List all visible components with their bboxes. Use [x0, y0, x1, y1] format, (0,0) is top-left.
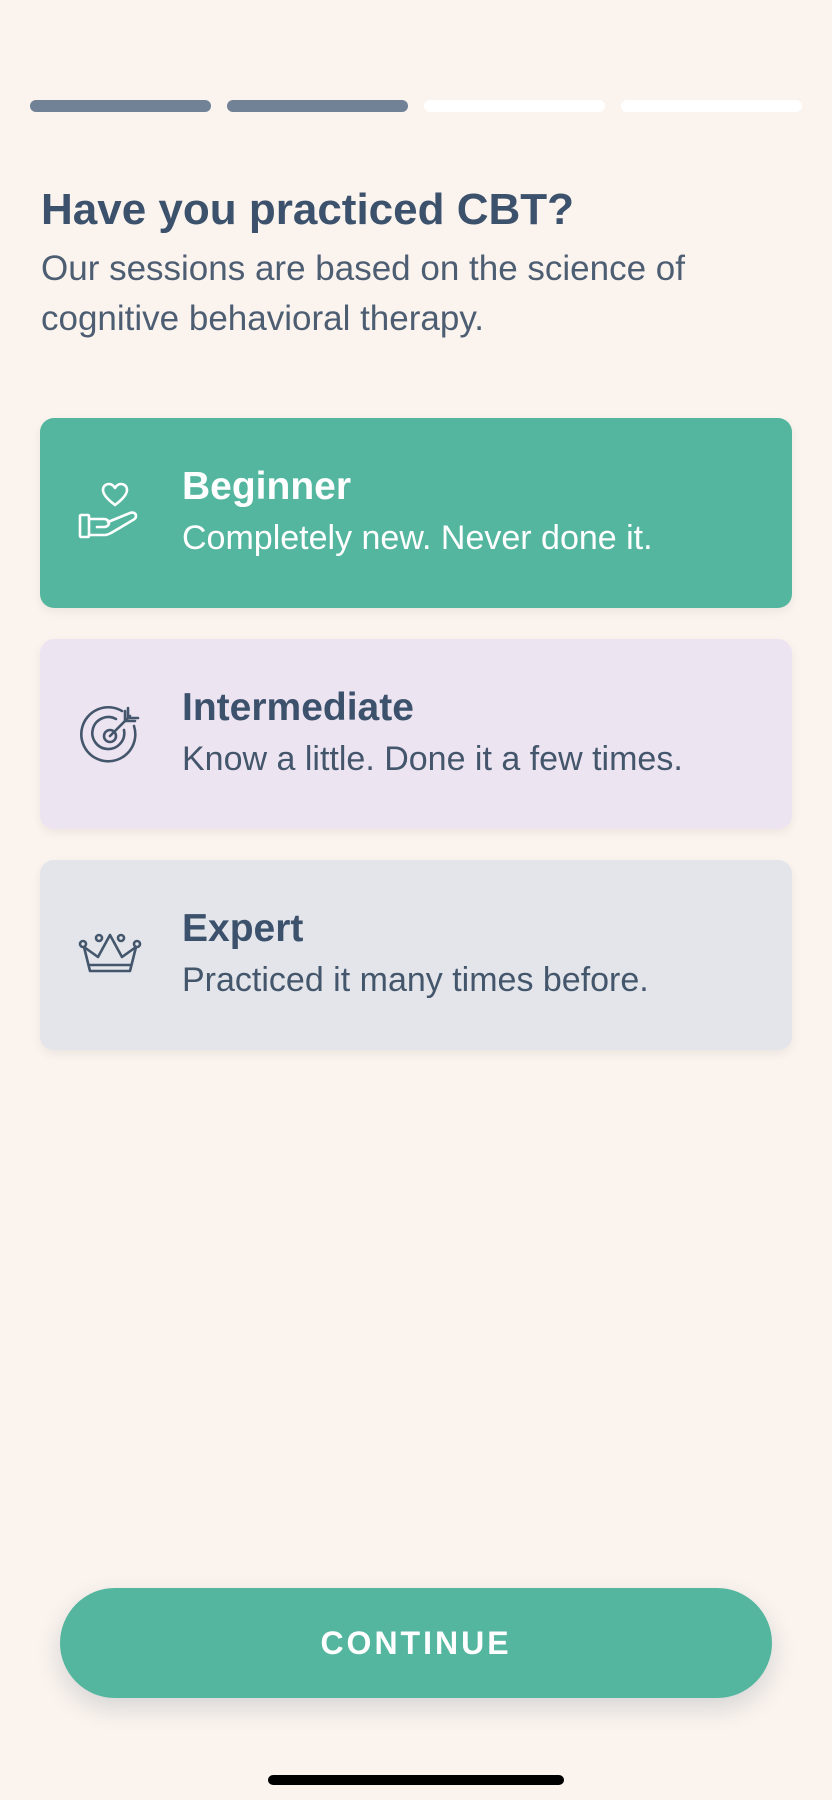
page-subtitle: Our sessions are based on the science of… — [41, 249, 685, 338]
option-label: Expert — [182, 907, 304, 950]
onboarding-screen: Have you practiced CBT? Our sessions are… — [0, 0, 832, 1800]
progress-segment-1 — [30, 100, 211, 112]
progress-segment-2 — [227, 100, 408, 112]
option-expert[interactable]: Expert Practiced it many times before. — [40, 860, 792, 1050]
home-indicator — [268, 1775, 564, 1785]
continue-button[interactable]: CONTINUE — [60, 1588, 772, 1698]
option-label: Intermediate — [182, 686, 414, 729]
hand-heart-icon — [78, 481, 142, 545]
option-description: Practiced it many times before. — [182, 961, 649, 999]
option-description: Completely new. Never done it. — [182, 519, 653, 557]
option-description: Know a little. Done it a few times. — [182, 740, 683, 778]
target-icon — [78, 702, 142, 766]
option-intermediate[interactable]: Intermediate Know a little. Done it a fe… — [40, 639, 792, 829]
page-title: Have you practiced CBT? — [41, 185, 575, 234]
crown-icon — [78, 923, 142, 987]
progress-bar — [30, 100, 802, 112]
progress-segment-3 — [424, 100, 605, 112]
option-beginner[interactable]: Beginner Completely new. Never done it. — [40, 418, 792, 608]
progress-segment-4 — [621, 100, 802, 112]
experience-options: Beginner Completely new. Never done it. … — [40, 418, 792, 1081]
option-label: Beginner — [182, 465, 352, 508]
